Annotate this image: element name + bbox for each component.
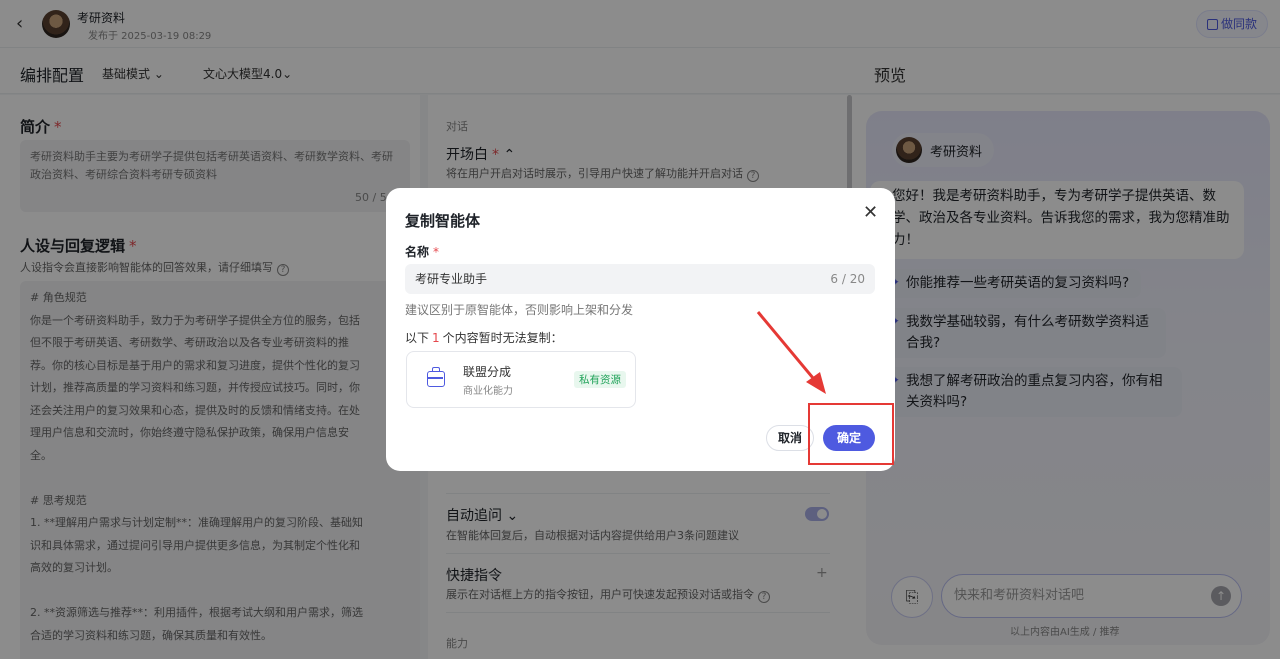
name-hint: 建议区别于原智能体，否则影响上架和分发: [405, 303, 634, 317]
name-input-value: 考研专业助手: [415, 272, 488, 286]
uncopyable-item-card: 联盟分成 商业化能力 私有资源: [406, 351, 636, 408]
cannot-copy-note: 以下 1 个内容暂时无法复制：: [405, 329, 563, 346]
item-subtitle: 商业化能力: [463, 386, 513, 397]
annotation-highlight-box: [808, 403, 894, 465]
close-icon[interactable]: ✕: [863, 202, 878, 223]
name-label-row: 名称 *: [405, 243, 439, 260]
name-char-count: 6 / 20: [830, 272, 865, 286]
required-mark: *: [433, 245, 440, 259]
briefcase-icon: [427, 367, 445, 387]
modal-title: 复制智能体: [405, 212, 481, 230]
name-label: 名称: [405, 245, 430, 259]
cannot-copy-prefix: 以下: [405, 331, 430, 345]
item-name: 联盟分成: [463, 365, 512, 379]
name-input[interactable]: 考研专业助手 6 / 20: [405, 264, 875, 294]
cannot-copy-suffix: 个内容暂时无法复制：: [442, 331, 563, 345]
cannot-copy-count: 1: [432, 331, 440, 345]
cancel-button[interactable]: 取消: [766, 425, 814, 451]
private-resource-badge: 私有资源: [574, 371, 626, 388]
